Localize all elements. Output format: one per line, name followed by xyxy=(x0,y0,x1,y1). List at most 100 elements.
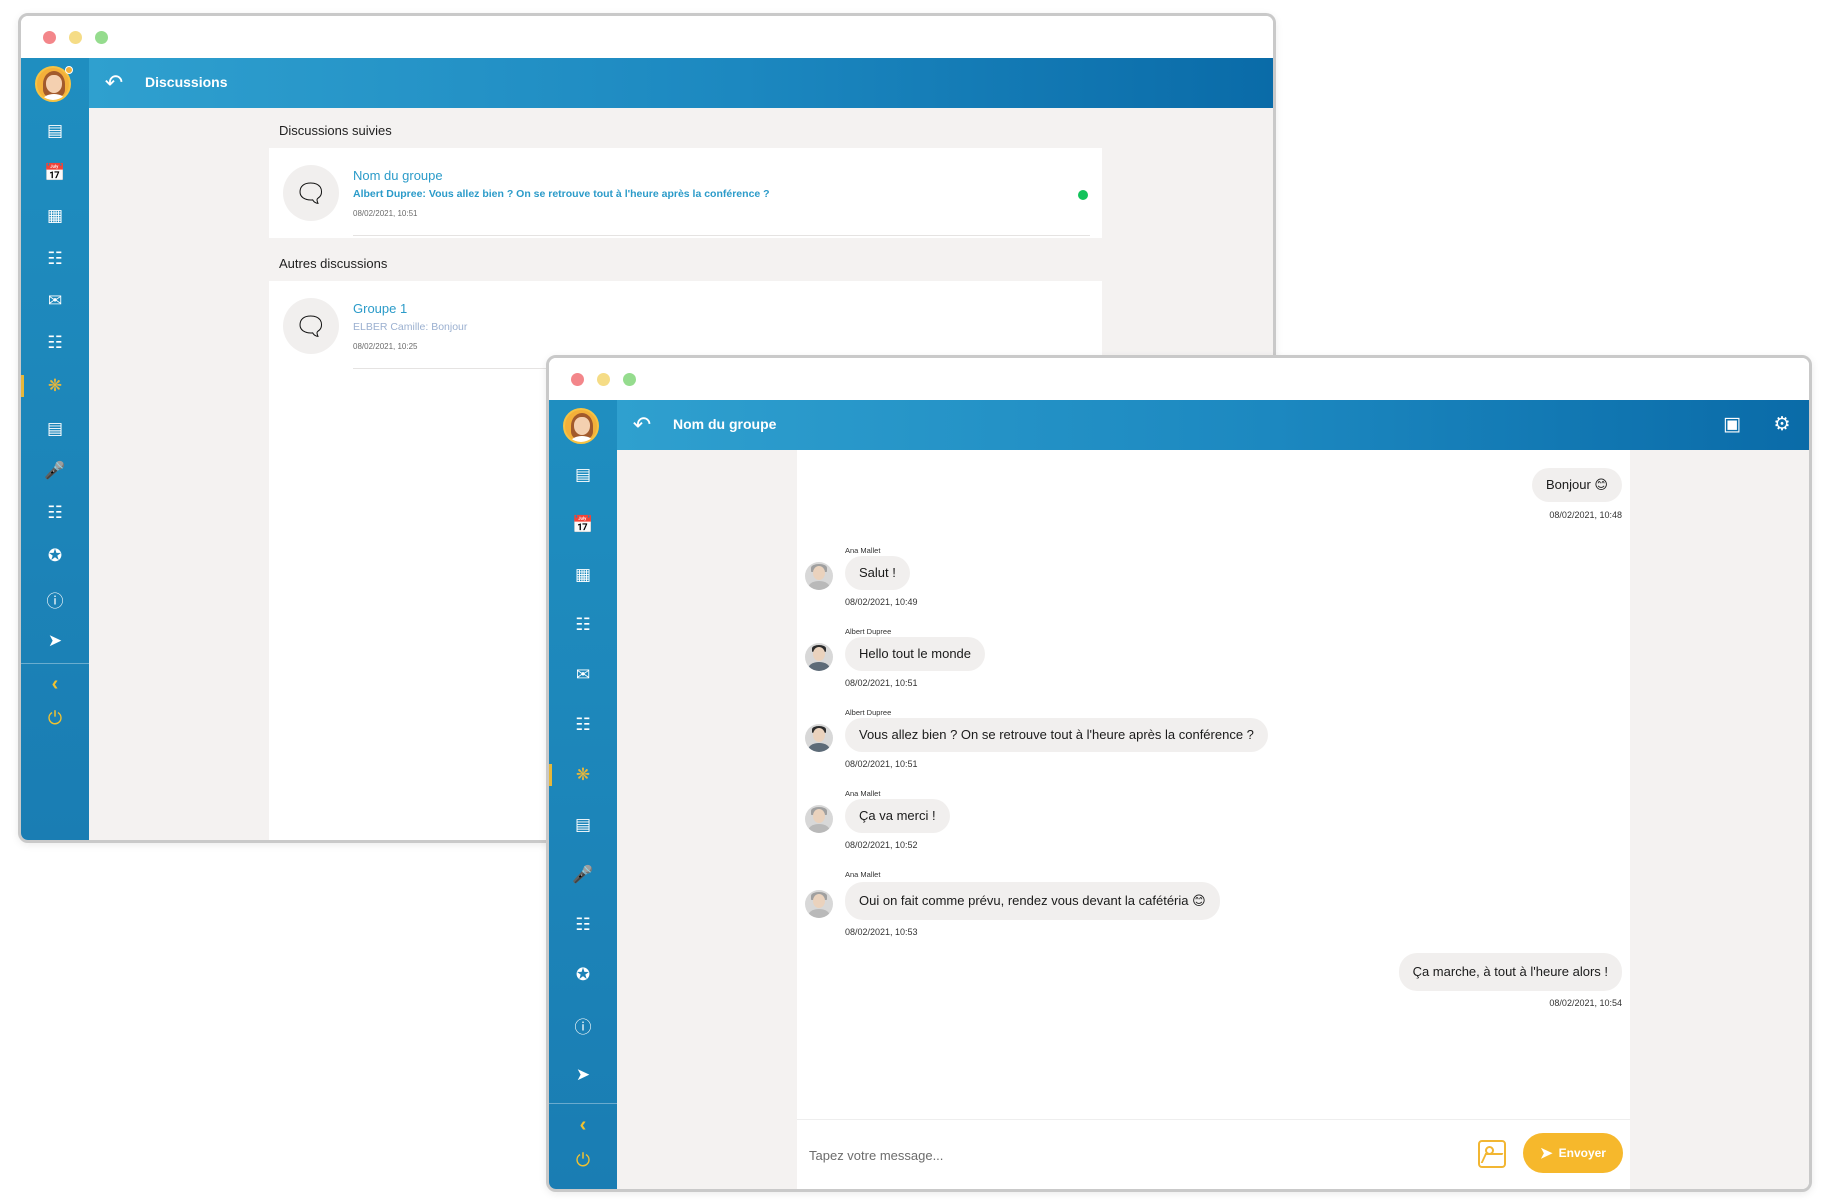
maximize-window-button[interactable] xyxy=(95,31,108,44)
chat-bubbles-icon: 🗨 xyxy=(283,165,339,221)
star-badge-icon[interactable]: ✪ xyxy=(21,541,89,571)
received-message: Albert Dupree Vous allez bien ? On se re… xyxy=(805,708,1505,778)
avatar xyxy=(805,562,833,590)
page-title: Nom du groupe xyxy=(673,416,777,432)
satellite-icon[interactable]: ➤ xyxy=(21,626,89,656)
collapse-chevron-icon[interactable]: ‹ xyxy=(21,669,89,699)
inbox-icon[interactable]: ✉ xyxy=(21,286,89,316)
avatar xyxy=(805,724,833,752)
app-header: ↶ Nom du groupe ▣ ⚙ xyxy=(617,400,1809,450)
section-others-title: Autres discussions xyxy=(269,238,1102,281)
video-call-icon[interactable]: ▣ xyxy=(1717,410,1747,440)
online-status-dot xyxy=(1078,190,1088,200)
back-arrow-icon[interactable]: ↶ xyxy=(627,410,657,440)
user-avatar[interactable] xyxy=(563,408,599,444)
people-icon[interactable]: ☷ xyxy=(549,910,617,940)
sidebar: ▤ 📅 ▦ ☷ ✉ ☷ ❋ ▤ 🎤 ☷ ✪ ⓘ ➤ ‹ ⏻ xyxy=(21,58,89,840)
message-bubble: Oui on fait comme prévu, rendez vous dev… xyxy=(845,882,1220,920)
message-bubble: Bonjour 😊 xyxy=(1532,468,1622,502)
minimize-window-button[interactable] xyxy=(69,31,82,44)
send-button[interactable]: ➤ Envoyer xyxy=(1523,1133,1623,1173)
sidebar-divider xyxy=(21,663,89,664)
received-message: Ana Mallet Oui on fait comme prévu, rend… xyxy=(805,870,1505,945)
page-title: Discussions xyxy=(145,74,228,90)
network-icon[interactable]: ❋ xyxy=(21,371,89,401)
received-message: Ana Mallet Ça va merci ! 08/02/2021, 10:… xyxy=(805,789,1405,859)
message-time: 08/02/2021, 10:54 xyxy=(1549,998,1622,1008)
minimize-window-button[interactable] xyxy=(597,373,610,386)
message-bubble: Ça va merci ! xyxy=(845,799,950,833)
section-followed-title: Discussions suivies xyxy=(269,108,1102,148)
window-titlebar xyxy=(549,358,1809,400)
own-message: Ça marche, à tout à l'heure alors ! 08/0… xyxy=(1222,953,1622,1013)
people-icon[interactable]: ☷ xyxy=(21,498,89,528)
chat-content: Bonjour 😊 08/02/2021, 10:48 Ana Mallet S… xyxy=(617,450,1809,1189)
discussion-item[interactable]: 🗨 Nom du groupe Albert Dupree: Vous alle… xyxy=(269,148,1102,238)
network-icon[interactable]: ❋ xyxy=(549,760,617,790)
sidebar: ▤ 📅 ▦ ☷ ✉ ☷ ❋ ▤ 🎤 ☷ ✪ ⓘ ➤ ‹ ⏻ xyxy=(549,400,617,1189)
group-chat-window: ▤ 📅 ▦ ☷ ✉ ☷ ❋ ▤ 🎤 ☷ ✪ ⓘ ➤ ‹ ⏻ ↶ Nom du g… xyxy=(546,355,1812,1192)
discussion-time: 08/02/2021, 10:51 xyxy=(353,209,418,218)
message-time: 08/02/2021, 10:51 xyxy=(845,759,918,769)
chat-bubbles-icon: 🗨 xyxy=(283,298,339,354)
message-time: 08/02/2021, 10:49 xyxy=(845,597,918,607)
message-list: Bonjour 😊 08/02/2021, 10:48 Ana Mallet S… xyxy=(797,450,1630,1119)
back-arrow-icon[interactable]: ↶ xyxy=(99,68,129,98)
message-time: 08/02/2021, 10:52 xyxy=(845,840,918,850)
collapse-chevron-icon[interactable]: ‹ xyxy=(549,1110,617,1140)
floor-plan-icon[interactable]: ▦ xyxy=(21,201,89,231)
discussion-name: Nom du groupe xyxy=(353,168,443,183)
avatar xyxy=(805,643,833,671)
divider xyxy=(353,235,1090,236)
microphone-icon[interactable]: 🎤 xyxy=(549,860,617,890)
notification-badge xyxy=(65,66,73,74)
message-time: 08/02/2021, 10:53 xyxy=(845,927,918,937)
message-bubble: Vous allez bien ? On se retrouve tout à … xyxy=(845,718,1268,752)
message-bubble: Hello tout le monde xyxy=(845,637,986,671)
discussion-name: Groupe 1 xyxy=(353,301,408,316)
message-composer: ➤ Envoyer xyxy=(797,1119,1630,1189)
maximize-window-button[interactable] xyxy=(623,373,636,386)
document-icon[interactable]: ▤ xyxy=(549,810,617,840)
message-author: Ana Mallet xyxy=(845,546,881,555)
message-author: Ana Mallet xyxy=(845,789,881,798)
discussion-preview: Albert Dupree: Vous allez bien ? On se r… xyxy=(353,188,770,200)
document-icon[interactable]: ▤ xyxy=(21,414,89,444)
star-badge-icon[interactable]: ✪ xyxy=(549,960,617,990)
inbox-icon[interactable]: ✉ xyxy=(549,660,617,690)
avatar xyxy=(805,890,833,918)
window-titlebar xyxy=(21,16,1273,58)
agenda-icon[interactable]: ☷ xyxy=(549,710,617,740)
own-message: Bonjour 😊 08/02/2021, 10:48 xyxy=(1422,468,1622,528)
message-time: 08/02/2021, 10:51 xyxy=(845,678,918,688)
satellite-icon[interactable]: ➤ xyxy=(549,1060,617,1090)
microphone-icon[interactable]: 🎤 xyxy=(21,456,89,486)
agenda-icon[interactable]: ☷ xyxy=(21,328,89,358)
schedule-icon[interactable]: ☷ xyxy=(21,244,89,274)
floor-plan-icon[interactable]: ▦ xyxy=(549,560,617,590)
send-button-label: Envoyer xyxy=(1558,1146,1606,1160)
close-window-button[interactable] xyxy=(43,31,56,44)
message-input[interactable] xyxy=(809,1142,1429,1168)
settings-gear-icon[interactable]: ⚙ xyxy=(1767,410,1797,440)
power-icon[interactable]: ⏻ xyxy=(21,703,89,733)
received-message: Ana Mallet Salut ! 08/02/2021, 10:49 xyxy=(805,546,1405,616)
app-header: ↶ Discussions xyxy=(89,58,1273,108)
discussion-time: 08/02/2021, 10:25 xyxy=(353,342,418,351)
message-bubble: Salut ! xyxy=(845,556,910,590)
power-icon[interactable]: ⏻ xyxy=(549,1145,617,1175)
paper-plane-icon: ➤ xyxy=(1540,1145,1553,1162)
attach-image-icon[interactable] xyxy=(1478,1140,1506,1168)
schedule-icon[interactable]: ☷ xyxy=(549,610,617,640)
calendar-icon[interactable]: 📅 xyxy=(21,158,89,188)
dashboard-icon[interactable]: ▤ xyxy=(21,116,89,146)
dashboard-icon[interactable]: ▤ xyxy=(549,460,617,490)
avatar xyxy=(805,805,833,833)
info-icon[interactable]: ⓘ xyxy=(549,1010,617,1040)
info-icon[interactable]: ⓘ xyxy=(21,584,89,614)
message-author: Albert Dupree xyxy=(845,627,892,636)
message-author: Albert Dupree xyxy=(845,708,892,717)
close-window-button[interactable] xyxy=(571,373,584,386)
calendar-icon[interactable]: 📅 xyxy=(549,510,617,540)
discussion-preview: ELBER Camille: Bonjour xyxy=(353,321,468,333)
